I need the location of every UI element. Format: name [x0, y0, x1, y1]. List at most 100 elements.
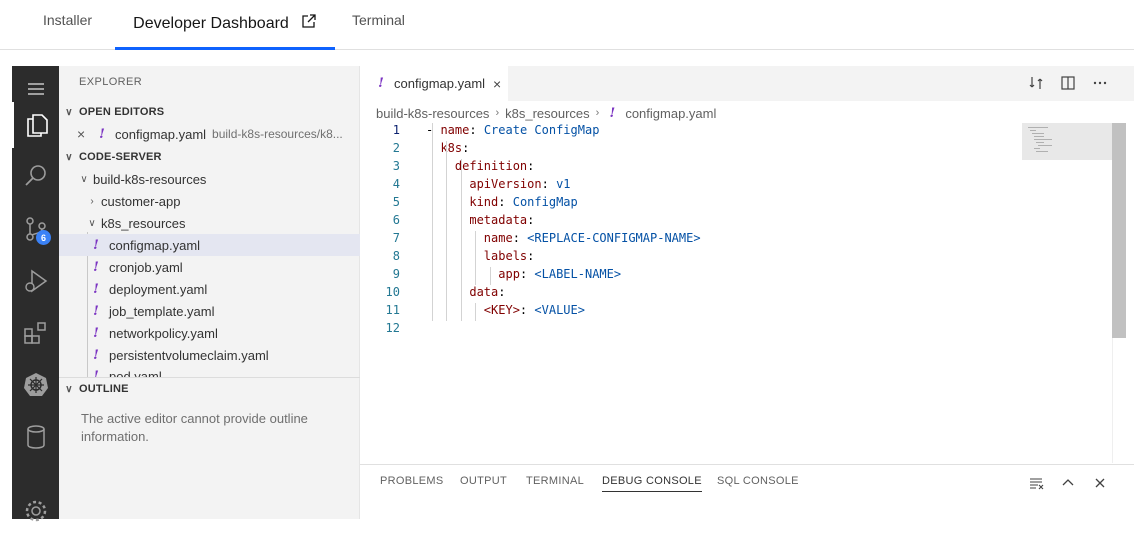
code-line: app: <LABEL-NAME>	[498, 267, 622, 281]
yaml-key: apiVersion	[469, 177, 542, 191]
yaml-key: name	[440, 123, 470, 137]
minimap-line	[1030, 130, 1036, 131]
source-control-badge: 6	[36, 230, 51, 245]
file-pod-yaml[interactable]: ! pod.yaml	[59, 366, 360, 377]
settings-gear-icon[interactable]	[12, 488, 59, 534]
outline-empty-message: The active editor cannot provide outline…	[81, 411, 308, 444]
file-cronjob-yaml[interactable]: ! cronjob.yaml	[59, 256, 360, 278]
minimap-line	[1032, 133, 1044, 134]
tab-terminal-label: Terminal	[352, 12, 405, 28]
yaml-key: name	[483, 231, 513, 245]
yaml-value: ConfigMap	[512, 195, 578, 209]
editor-tab-label: configmap.yaml	[394, 76, 486, 91]
explorer-title: EXPLORER	[79, 76, 143, 88]
run-debug-icon[interactable]	[12, 258, 59, 304]
folder-label: k8s_resources	[101, 215, 186, 231]
file-networkpolicy-yaml[interactable]: ! networkpolicy.yaml	[59, 322, 360, 344]
tab-installer[interactable]: Installer	[43, 0, 92, 42]
editor-tab-configmap[interactable]: ! configmap.yaml ×	[360, 66, 508, 101]
tab-developer-dashboard[interactable]: Developer Dashboard	[115, 0, 335, 50]
panel-tab-terminal[interactable]: TERMINAL	[526, 475, 584, 487]
panel-tab-debug-console[interactable]: DEBUG CONSOLE	[602, 475, 702, 492]
vertical-scrollbar[interactable]	[1112, 123, 1126, 338]
file-label: persistentvolumeclaim.yaml	[109, 347, 269, 363]
tree-folder-k8s-resources[interactable]: ∨ k8s_resources	[59, 212, 360, 234]
code-line: name: <REPLACE-CONFIGMAP-NAME>	[483, 231, 701, 245]
code-server-label: CODE-SERVER	[79, 151, 162, 163]
close-icon[interactable]	[1092, 475, 1108, 491]
line-number: 6	[392, 213, 400, 227]
yaml-value: Create ConfigMap	[483, 123, 600, 137]
open-editor-file-path: build-k8s-resources/k8...	[212, 127, 343, 141]
tab-terminal[interactable]: Terminal	[352, 0, 405, 42]
panel-tab-output[interactable]: OUTPUT	[460, 475, 507, 487]
search-icon[interactable]	[12, 153, 59, 199]
breadcrumb: build-k8s-resources › k8s_resources › ! …	[376, 103, 716, 123]
file-label: pod.yaml	[109, 369, 162, 377]
minimap-line	[1034, 136, 1044, 137]
file-configmap-yaml[interactable]: ! configmap.yaml	[59, 234, 360, 256]
breadcrumb-item[interactable]: configmap.yaml	[625, 106, 716, 121]
code-server-header[interactable]: ∨ CODE-SERVER	[59, 146, 360, 168]
file-label: deployment.yaml	[109, 281, 208, 297]
code-line: apiVersion: v1	[469, 177, 571, 191]
open-editors-header[interactable]: ∨ OPEN EDITORS	[59, 101, 360, 123]
line-number: 3	[392, 159, 400, 173]
code-line: <KEY>: <VALUE>	[483, 303, 585, 317]
indent-guide	[460, 159, 462, 321]
source-control-icon[interactable]: 6	[12, 206, 59, 252]
chevron-up-icon[interactable]	[1060, 475, 1076, 491]
editor-area: ! configmap.yaml × build-k8s-resources ›…	[360, 66, 1134, 519]
outline-header[interactable]: ∨ OUTLINE	[59, 378, 360, 400]
code-line: data:	[469, 285, 506, 299]
panel-tab-problems[interactable]: PROBLEMS	[380, 475, 444, 487]
indent-guide	[475, 303, 477, 321]
indent-guide	[489, 267, 491, 285]
more-actions-icon[interactable]	[1092, 75, 1108, 91]
yaml-key: k8s	[440, 141, 463, 155]
indent-guide	[475, 231, 477, 285]
clear-console-icon[interactable]	[1028, 475, 1044, 491]
open-editor-item[interactable]: × ! configmap.yaml build-k8s-resources/k…	[59, 123, 360, 145]
code-line: labels:	[483, 249, 535, 263]
tree-folder-build-k8s-resources[interactable]: ∨ build-k8s-resources	[59, 168, 360, 190]
file-deployment-yaml[interactable]: ! deployment.yaml	[59, 278, 360, 300]
files-icon[interactable]	[12, 102, 59, 148]
line-number: 4	[392, 177, 400, 191]
file-job-template-yaml[interactable]: ! job_template.yaml	[59, 300, 360, 322]
yaml-file-icon: !	[609, 105, 616, 121]
line-number: 7	[392, 231, 400, 245]
kubernetes-icon[interactable]	[12, 362, 59, 408]
close-icon[interactable]: ×	[493, 76, 501, 92]
folder-label: customer-app	[101, 193, 181, 209]
yaml-value: <REPLACE-CONFIGMAP-NAME>	[527, 231, 701, 245]
line-number: 10	[385, 285, 400, 299]
yaml-file-icon: !	[93, 347, 99, 363]
extensions-icon[interactable]	[12, 310, 59, 356]
yaml-value: <LABEL-NAME>	[534, 267, 622, 281]
close-icon[interactable]: ×	[77, 126, 91, 142]
external-link-icon[interactable]	[301, 13, 317, 29]
minimap-line	[1036, 142, 1044, 143]
minimap[interactable]	[1022, 123, 1112, 160]
chevron-right-icon: ›	[90, 195, 94, 207]
tree-folder-customer-app[interactable]: › customer-app	[59, 190, 360, 212]
code-line: metadata:	[469, 213, 535, 227]
yaml-key: definition	[454, 159, 528, 173]
split-editor-icon[interactable]	[1060, 75, 1076, 91]
panel-tab-sql-console[interactable]: SQL CONSOLE	[717, 475, 799, 487]
chevron-down-icon: ∨	[88, 217, 96, 229]
editor-tab-strip: ! configmap.yaml ×	[360, 66, 1134, 101]
tab-installer-label: Installer	[43, 12, 93, 28]
chevron-down-icon: ∨	[65, 383, 73, 395]
minimap-line	[1038, 145, 1052, 146]
yaml-file-icon: !	[93, 281, 99, 297]
top-tab-bar: Installer Developer Dashboard Terminal	[0, 0, 1134, 50]
database-icon[interactable]	[12, 414, 59, 460]
explorer-sidebar: EXPLORER ∨ OPEN EDITORS × ! configmap.ya…	[59, 66, 360, 519]
file-persistentvolumeclaim-yaml[interactable]: ! persistentvolumeclaim.yaml	[59, 344, 360, 366]
breadcrumb-item[interactable]: k8s_resources	[505, 106, 590, 121]
breadcrumb-item[interactable]: build-k8s-resources	[376, 106, 489, 121]
open-changes-icon[interactable]	[1028, 75, 1044, 91]
yaml-file-icon: !	[93, 369, 99, 377]
